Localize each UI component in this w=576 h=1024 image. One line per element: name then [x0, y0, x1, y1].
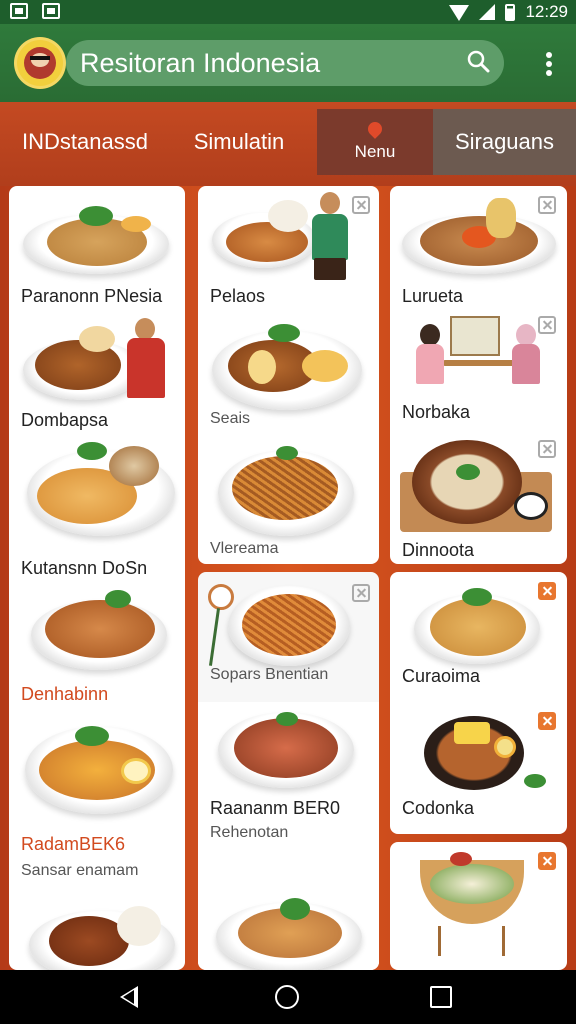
back-icon[interactable]: [120, 986, 138, 1008]
status-bar: 12:29: [0, 0, 576, 24]
menu-item[interactable]: Sopars Bnentian: [198, 572, 379, 702]
waiter-figure: [304, 192, 354, 282]
tab-simulatin[interactable]: Simulatin: [170, 109, 308, 175]
dismiss-icon[interactable]: [538, 582, 556, 600]
menu-item[interactable]: Dombapsa: [9, 310, 185, 430]
menu-item[interactable]: [9, 886, 185, 970]
category-tabs: INDstanassd Simulatin Nenu Siraguans: [0, 102, 576, 186]
recents-icon[interactable]: [430, 986, 452, 1008]
menu-item[interactable]: [390, 842, 567, 970]
restaurant-logo[interactable]: [14, 37, 66, 89]
menu-item[interactable]: RadamBEK6 Sansar enamam: [9, 706, 185, 879]
menu-item[interactable]: Seais: [198, 310, 379, 434]
menu-item[interactable]: Dinnoota: [390, 426, 567, 564]
menu-column-2-bottom: Sopars Bnentian Raananm BER0 Rehenotan: [198, 572, 379, 970]
spoon-icon: [208, 584, 234, 610]
dismiss-icon[interactable]: [538, 852, 556, 870]
waiter-figure: [121, 318, 171, 408]
search-icon[interactable]: [466, 49, 490, 73]
diner-figure: [410, 324, 450, 394]
menu-column-3-top: Lurueta Norbaka Dinnoota: [390, 186, 567, 564]
menu-item[interactable]: Curaoima: [390, 572, 567, 702]
dismiss-icon[interactable]: [538, 316, 556, 334]
menu-column-3-middle: Curaoima Codonka: [390, 572, 567, 834]
tab-indstanassd[interactable]: INDstanassd: [0, 109, 170, 175]
menu-column-3-bottom: [390, 842, 567, 970]
menu-item[interactable]: [198, 862, 379, 970]
app-bar: Resitoran Indonesia: [0, 24, 576, 102]
menu-item[interactable]: Norbaka: [390, 310, 567, 426]
tab-nenu[interactable]: Nenu: [317, 109, 433, 175]
dismiss-icon[interactable]: [352, 196, 370, 214]
dismiss-icon[interactable]: [538, 712, 556, 730]
diner-figure: [506, 324, 546, 394]
dismiss-icon[interactable]: [538, 196, 556, 214]
menu-item[interactable]: Lurueta: [390, 186, 567, 310]
menu-column-2-top: Pelaos Seais Vlereama: [198, 186, 379, 564]
search-text: Resitoran Indonesia: [80, 48, 321, 78]
status-time: 12:29: [525, 2, 568, 21]
menu-item[interactable]: Raananm BER0 Rehenotan: [198, 702, 379, 862]
more-options-icon[interactable]: [546, 52, 552, 76]
search-bar[interactable]: Resitoran Indonesia: [66, 40, 504, 86]
system-nav-bar: [0, 970, 576, 1024]
menu-grid: Paranonn PNesia Dombapsa Kutansnn DoSn D…: [0, 186, 576, 970]
menu-item[interactable]: Kutansnn DoSn: [9, 430, 185, 578]
menu-item[interactable]: Denhabinn: [9, 578, 185, 706]
menu-item[interactable]: Pelaos: [198, 186, 379, 310]
dismiss-icon[interactable]: [352, 584, 370, 602]
dismiss-icon[interactable]: [538, 440, 556, 458]
tab-siraguans[interactable]: Siraguans: [433, 109, 576, 175]
location-pin-icon: [365, 119, 385, 139]
menu-item[interactable]: Paranonn PNesia: [9, 186, 185, 310]
menu-item[interactable]: Vlereama: [198, 434, 379, 564]
photo-icon: [42, 3, 60, 19]
battery-icon: [505, 3, 516, 21]
notification-icon: [10, 3, 28, 19]
menu-column-1: Paranonn PNesia Dombapsa Kutansnn DoSn D…: [9, 186, 185, 970]
signal-icon: [479, 4, 496, 20]
menu-item[interactable]: Codonka: [390, 702, 567, 834]
wifi-icon: [449, 5, 470, 21]
home-icon[interactable]: [275, 985, 299, 1009]
